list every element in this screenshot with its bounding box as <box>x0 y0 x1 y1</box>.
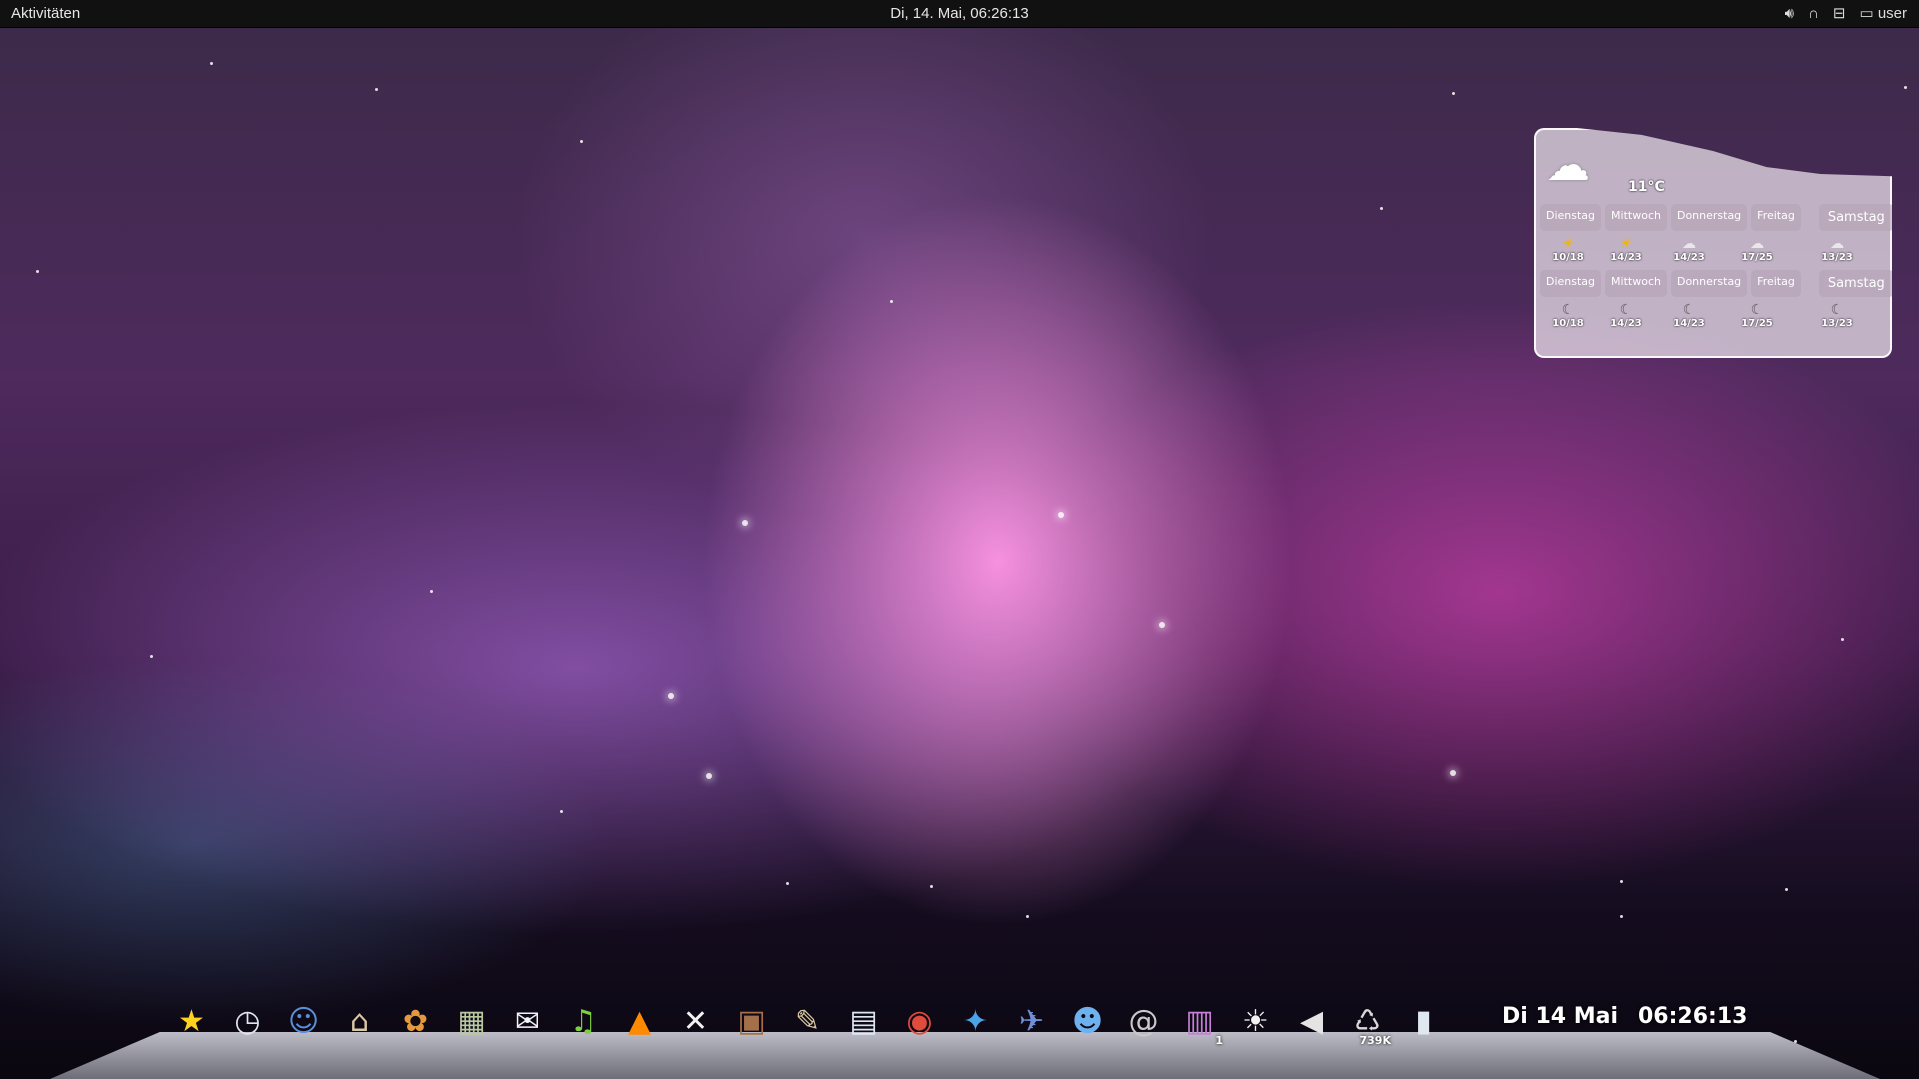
panel-clock[interactable]: Di, 14. Mai, 06:26:13 <box>0 5 1919 22</box>
calculator-icon[interactable]: ▦ <box>448 998 495 1045</box>
dock: ★ ◷ ☺ ⌂ ✿ ▦ ✉ ♫ ▲ ✕ ▣ ✎ ▤ ◉ ✦ ✈ ☻ @ ▥ 1 ☀ ◀ ♺ 739K ▮ <box>168 992 1447 1050</box>
workspace-switcher-icon[interactable]: ▥ 1 <box>1176 998 1223 1047</box>
sun-icon: ☀ <box>1619 236 1633 252</box>
forecast-day: Donnerstag <box>1670 204 1748 231</box>
home-folder-icon[interactable]: ⌂ <box>336 998 383 1045</box>
user-menu[interactable]: ▭ user <box>1859 4 1907 22</box>
dock-badge: 739K <box>1359 1033 1392 1047</box>
user-label: user <box>1877 5 1907 22</box>
forecast-day: Freitag <box>1751 204 1801 231</box>
moon-icon: ☾ <box>1561 302 1575 318</box>
dock-time: 06:26:13 <box>1638 1004 1748 1029</box>
podcast-icon[interactable]: ✕ <box>672 998 719 1045</box>
forecast-days-row-1: Dienstag Mittwoch Donnerstag Freitag Sam… <box>1540 204 1892 231</box>
forecast-day: Samstag <box>1818 204 1892 231</box>
forecast-day: Dienstag <box>1540 204 1602 231</box>
top-panel: Aktivitäten Di, 14. Mai, 06:26:13 🔊︎ ∩ ⊟… <box>0 0 1919 28</box>
volume-icon[interactable]: ◀ <box>1288 998 1335 1045</box>
photo-icon[interactable]: ✈ <box>1008 998 1055 1045</box>
finder-icon[interactable]: ☺ <box>280 998 327 1045</box>
cloud-icon: ☁ <box>1750 236 1764 252</box>
tv-icon[interactable]: ▣ <box>728 998 775 1045</box>
moon-icon: ☾ <box>1750 302 1764 318</box>
forecast-temp: ☾ 14/23 <box>1596 302 1656 329</box>
forecast-temp: ☁ 13/23 <box>1792 236 1882 263</box>
headset-icon[interactable]: ∩ <box>1808 5 1819 22</box>
forecast-temp: ☾ 17/25 <box>1722 302 1792 329</box>
network-icon[interactable]: ⊟ <box>1833 4 1846 22</box>
forecast-temp: ☾ 14/23 <box>1656 302 1722 329</box>
clock-app-icon[interactable]: ▮ <box>1400 998 1447 1045</box>
document-viewer-icon[interactable]: ▤ <box>840 998 887 1045</box>
forecast-temps-row-2: ☾ 10/18 ☾ 14/23 ☾ 14/23 ☾ 17/25 ☾ 13/23 <box>1540 302 1882 329</box>
favorites-star-icon[interactable]: ★ <box>168 998 215 1045</box>
forecast-temp: ☾ 13/23 <box>1792 302 1882 329</box>
vlc-icon[interactable]: ▲ <box>616 998 663 1045</box>
forecast-day: Samstag <box>1818 270 1892 297</box>
music-player-icon[interactable]: ♫ <box>560 998 607 1045</box>
dock-badge: 1 <box>1215 1033 1223 1047</box>
user-icon: ▭ <box>1859 5 1874 22</box>
forecast-day: Donnerstag <box>1670 270 1748 297</box>
forecast-temp: ☀ 10/18 <box>1540 236 1596 263</box>
cloud-icon: ☁ <box>1546 140 1590 191</box>
time-machine-icon[interactable]: ◷ <box>224 998 271 1045</box>
current-temperature: 11°C <box>1628 179 1665 195</box>
weather-widget[interactable]: ☁ 11°C Dienstag Mittwoch Donnerstag Frei… <box>1534 128 1892 358</box>
forecast-day: Mittwoch <box>1605 270 1667 297</box>
brightness-icon[interactable]: ☀ <box>1232 998 1279 1045</box>
cloud-icon: ☁ <box>1682 236 1696 252</box>
moon-icon: ☾ <box>1682 302 1696 318</box>
forecast-day: Mittwoch <box>1605 204 1667 231</box>
mail-icon[interactable]: @ <box>1120 998 1167 1045</box>
forecast-temp: ☀ 14/23 <box>1596 236 1656 263</box>
software-installer-icon[interactable]: ✿ <box>392 998 439 1045</box>
moon-icon: ☾ <box>1830 302 1844 318</box>
volume-icon[interactable]: 🔊︎ <box>1785 5 1794 22</box>
forecast-days-row-2: Dienstag Mittwoch Donnerstag Freitag Sam… <box>1540 270 1892 297</box>
chrome-icon[interactable]: ◉ <box>896 998 943 1045</box>
forecast-temp: ☁ 17/25 <box>1722 236 1792 263</box>
gimp-icon[interactable]: ✎ <box>784 998 831 1045</box>
trash-icon[interactable]: ♺ 739K <box>1344 998 1392 1047</box>
forecast-temp: ☁ 14/23 <box>1656 236 1722 263</box>
forecast-day: Freitag <box>1751 270 1801 297</box>
safari-icon[interactable]: ✦ <box>952 998 999 1045</box>
forecast-temp: ☾ 10/18 <box>1540 302 1596 329</box>
chat-icon[interactable]: ☻ <box>1064 998 1111 1045</box>
cloud-icon: ☁ <box>1830 236 1844 252</box>
package-icon[interactable]: ✉ <box>504 998 551 1045</box>
forecast-temps-row-1: ☀ 10/18 ☀ 14/23 ☁ 14/23 ☁ 17/25 ☁ 13/23 <box>1540 236 1882 263</box>
dock-date: Di 14 Mai <box>1502 1004 1619 1029</box>
forecast-day: Dienstag <box>1540 270 1602 297</box>
moon-icon: ☾ <box>1619 302 1633 318</box>
sun-icon: ☀ <box>1561 236 1575 252</box>
system-tray: 🔊︎ ∩ ⊟ ▭ user <box>1785 4 1907 23</box>
